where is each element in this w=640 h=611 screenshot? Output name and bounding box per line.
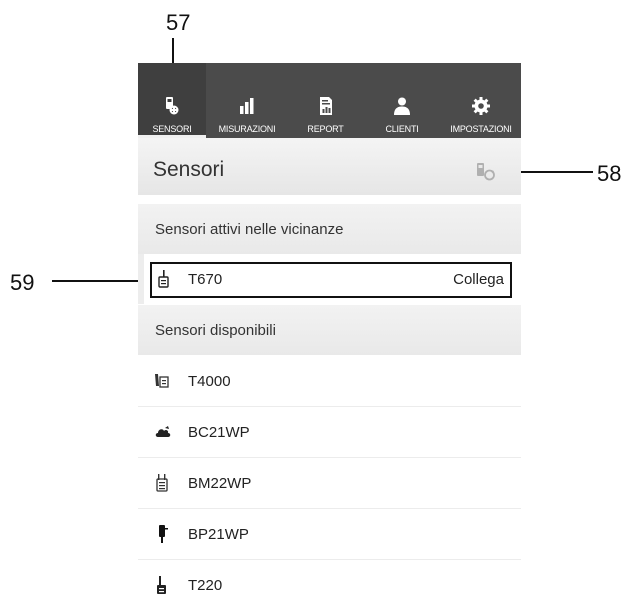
sensor-row-bp21wp[interactable]: BP21WP — [138, 509, 521, 560]
manometer-icon — [156, 474, 168, 492]
tab-misurazioni[interactable]: MISURAZIONI — [206, 63, 288, 138]
section-available: Sensori disponibili — [138, 305, 521, 355]
pressure-probe-icon — [159, 525, 168, 543]
sensor-name: T670 — [188, 271, 223, 288]
sensor-row-t220[interactable]: T220 — [138, 560, 521, 611]
sensor-icon — [166, 97, 179, 115]
bar-chart-icon — [240, 98, 254, 114]
callout-57: 57 — [166, 10, 191, 35]
sensor-row-bm22wp[interactable]: BM22WP — [138, 458, 521, 509]
sensor-name: BP21WP — [188, 526, 249, 543]
callout-59: 59 — [10, 270, 35, 295]
report-icon — [319, 97, 332, 115]
gear-icon — [472, 97, 490, 115]
thermometer-icon — [157, 576, 166, 594]
section-nearby: Sensori attivi nelle vicinanze — [138, 204, 521, 254]
sensor-name: BC21WP — [188, 424, 250, 441]
tab-label: REPORT — [307, 124, 344, 134]
page-title: Sensori — [153, 158, 225, 181]
sensor-name: T220 — [188, 577, 223, 594]
tab-clienti[interactable]: CLIENTI — [363, 63, 441, 138]
tab-sensori[interactable]: SENSORI — [138, 63, 206, 138]
section-title: Sensori attivi nelle vicinanze — [155, 221, 344, 238]
sensor-sync-icon[interactable] — [476, 163, 496, 181]
user-icon — [394, 97, 410, 115]
tab-label: CLIENTI — [385, 124, 419, 134]
top-navigation: SENSORI MISURAZIONI REPORT CLIENTI IMPOS… — [138, 63, 521, 138]
probe-icon — [158, 270, 169, 288]
sensor-row-t4000[interactable]: T4000 — [138, 356, 521, 407]
section-title: Sensori disponibili — [155, 322, 276, 339]
nearby-sensor-row[interactable]: T670 Collega — [150, 262, 512, 298]
app-window: SENSORI MISURAZIONI REPORT CLIENTI IMPOS… — [138, 63, 521, 611]
sensor-name: BM22WP — [188, 475, 252, 492]
sensor-name: T4000 — [188, 373, 231, 390]
tab-label: IMPOSTAZIONI — [450, 124, 512, 134]
drawer-handle[interactable] — [138, 254, 144, 304]
callout-58: 58 — [597, 161, 622, 186]
callout-59-line — [52, 280, 150, 282]
tab-report[interactable]: REPORT — [288, 63, 363, 138]
cloud-sensor-icon — [155, 426, 171, 437]
page-header: Sensori — [138, 138, 521, 195]
tab-impostazioni[interactable]: IMPOSTAZIONI — [441, 63, 521, 138]
tab-label: SENSORI — [152, 124, 192, 134]
sensor-row-bc21wp[interactable]: BC21WP — [138, 407, 521, 458]
tab-label: MISURAZIONI — [218, 124, 276, 134]
handheld-probe-icon — [155, 374, 169, 388]
connect-button[interactable]: Collega — [453, 271, 504, 288]
